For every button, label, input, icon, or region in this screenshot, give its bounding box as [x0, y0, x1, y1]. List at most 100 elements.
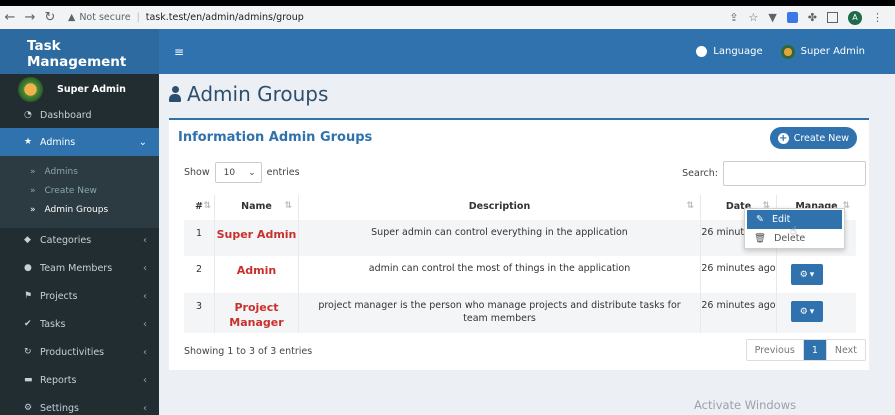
entries-value: 10: [223, 167, 236, 178]
menu-toggle-icon[interactable]: ≡: [174, 45, 184, 59]
chevron-down-icon: ⌄: [138, 136, 147, 148]
activation-watermark: Activate Windows: [694, 398, 797, 412]
pencil-icon: ✎: [756, 214, 764, 225]
plus-circle-icon: +: [777, 132, 789, 144]
side-panel-icon[interactable]: [827, 12, 838, 23]
menu-item-label: Edit: [771, 214, 791, 225]
column-header-number[interactable]: # ⇅: [184, 195, 215, 220]
pagination-previous[interactable]: Previous: [747, 340, 804, 360]
row-date: 26 minutes ago: [701, 256, 777, 293]
sidebar-item-team-members[interactable]: ● Team Members ‹: [0, 254, 159, 282]
submenu-item-create-new[interactable]: » Create New: [0, 181, 159, 200]
page-title: Admin Groups: [169, 82, 328, 106]
user-icon: [169, 86, 181, 102]
gear-icon: ⚙: [799, 269, 808, 280]
sidebar-item-tasks[interactable]: ✔ Tasks ‹: [0, 310, 159, 338]
header-label: Name: [241, 201, 272, 212]
row-name[interactable]: Project Manager: [215, 293, 299, 333]
profile-avatar[interactable]: A: [848, 10, 862, 25]
box-title: Information Admin Groups: [178, 130, 373, 145]
vpn-icon[interactable]: ▼: [768, 11, 776, 24]
language-label: Language: [713, 46, 763, 57]
row-number: 3: [184, 293, 215, 333]
pagination: Previous 1 Next: [745, 339, 866, 361]
manage-button[interactable]: ⚙ ▾: [791, 301, 823, 322]
bookmark-star-icon[interactable]: ☆: [748, 11, 758, 24]
row-description: project manager is the person who manage…: [299, 293, 701, 333]
folder-icon: ▬: [24, 375, 33, 385]
globe-icon: [696, 46, 708, 57]
row-name[interactable]: Super Admin: [215, 220, 299, 256]
submenu-item-label: Admins: [44, 166, 78, 177]
row-number: 2: [184, 256, 215, 293]
sidebar-item-categories[interactable]: ◆ Categories ‹: [0, 226, 159, 254]
address-bar[interactable]: ▲ Not secure | task.test/en/admin/admins…: [68, 12, 304, 23]
puzzle-icon[interactable]: ✤: [808, 11, 817, 24]
sidebar-avatar: [18, 76, 43, 102]
sidebar-item-settings[interactable]: ⚙ Settings ‹: [0, 394, 159, 415]
chevron-down-icon: ⌄: [248, 167, 256, 178]
warning-icon: ▲: [68, 12, 76, 23]
admins-submenu: » Admins » Create New » Admin Groups: [0, 156, 159, 228]
table-row: 3 Project Manager project manager is the…: [184, 293, 856, 333]
create-new-button[interactable]: + Create New: [769, 127, 857, 149]
search-label: Search:: [682, 168, 718, 179]
row-number: 1: [184, 220, 215, 256]
check-circle-icon: ✔: [24, 319, 32, 329]
manage-button[interactable]: ⚙ ▾: [791, 264, 823, 285]
star-icon: ★: [24, 137, 33, 147]
sidebar-item-label: Tasks: [40, 318, 66, 330]
sidebar-item-projects[interactable]: ⚑ Projects ‹: [0, 282, 159, 310]
sidebar-item-productivities[interactable]: ↻ Productivities ‹: [0, 338, 159, 366]
header-label: #: [195, 201, 203, 212]
submenu-item-admins[interactable]: » Admins: [0, 162, 159, 181]
pagination-next[interactable]: Next: [827, 340, 865, 360]
extension-icon[interactable]: [786, 12, 798, 23]
sidebar-item-admins[interactable]: ★ Admins ⌄: [0, 128, 159, 156]
search-input[interactable]: [723, 161, 866, 186]
share-icon[interactable]: ⇪: [729, 11, 738, 24]
angle-right-icon: »: [30, 204, 36, 215]
language-menu[interactable]: Language: [696, 46, 763, 57]
row-name[interactable]: Admin: [215, 256, 299, 293]
entries-label: entries: [266, 167, 300, 178]
back-icon[interactable]: ←: [0, 10, 20, 25]
user-menu[interactable]: Super Admin: [780, 44, 865, 59]
tags-icon: ◆: [24, 235, 31, 245]
submenu-item-label: Admin Groups: [44, 204, 109, 215]
sidebar-item-label: Projects: [40, 290, 78, 302]
forward-icon[interactable]: →: [20, 10, 40, 25]
reload-icon[interactable]: ↻: [40, 10, 60, 25]
chevron-left-icon: ‹: [143, 346, 147, 358]
pagination-page-1[interactable]: 1: [803, 340, 827, 360]
gear-icon: ⚙: [799, 306, 808, 317]
table-info: Showing 1 to 3 of 3 entries: [184, 346, 313, 357]
row-date: 26 minutes ago: [701, 293, 777, 333]
sidebar-item-label: Settings: [40, 402, 79, 414]
sidebar-item-dashboard[interactable]: ◔ Dashboard: [0, 101, 159, 129]
dashboard-icon: ◔: [24, 110, 32, 120]
chevron-left-icon: ‹: [143, 262, 147, 274]
browser-toolbar: ← → ↻ ▲ Not secure | task.test/en/admin/…: [0, 6, 895, 29]
row-manage: ⚙ ▾: [777, 293, 856, 333]
sidebar-user-name: Super Admin: [57, 83, 126, 95]
sort-icon: ⇅: [686, 201, 694, 211]
column-header-description[interactable]: Description ⇅: [299, 195, 701, 220]
url-text[interactable]: task.test/en/admin/admins/group: [146, 12, 304, 23]
entries-select[interactable]: 10 ⌄: [214, 162, 262, 183]
sidebar-item-reports[interactable]: ▬ Reports ‹: [0, 366, 159, 394]
header-label: Description: [468, 201, 531, 212]
sort-asc-icon: ⇅: [203, 201, 211, 211]
more-menu-icon[interactable]: ⋮: [872, 11, 883, 24]
row-manage: ⚙ ▾: [777, 256, 856, 293]
url-separator: |: [136, 12, 140, 23]
app-header: Task Management ≡ Language Super Admin: [0, 29, 895, 74]
security-label: Not secure: [79, 12, 131, 23]
angle-right-icon: »: [30, 166, 36, 177]
column-header-name[interactable]: Name ⇅: [215, 195, 299, 220]
chevron-left-icon: ‹: [143, 402, 147, 414]
brand-logo[interactable]: Task Management: [0, 29, 159, 74]
sidebar-user-panel: Super Admin: [0, 74, 159, 104]
sidebar-item-label: Admins: [40, 136, 76, 148]
submenu-item-admin-groups[interactable]: » Admin Groups: [0, 200, 159, 219]
